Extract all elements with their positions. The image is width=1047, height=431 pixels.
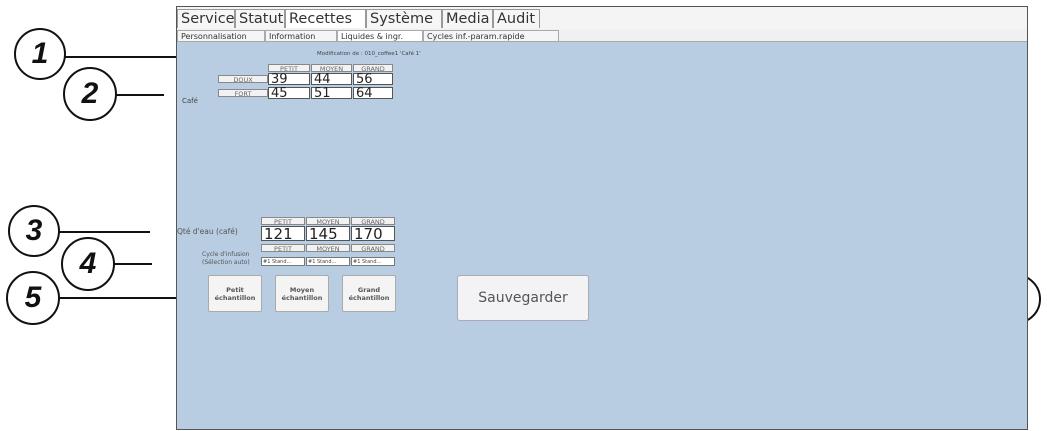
callout-2-number: 2 — [81, 77, 99, 110]
coffee-label: Café — [182, 97, 198, 105]
tab-systeme[interactable]: Système — [366, 9, 442, 28]
callout-4-number: 4 — [79, 247, 97, 280]
callout-3: 3 — [8, 205, 60, 257]
coffee-fort-petit[interactable]: 45 — [268, 87, 310, 100]
subtab-information[interactable]: Information — [265, 30, 337, 41]
subtab-cycles-inf[interactable]: Cycles inf.-param.rapide — [423, 30, 559, 41]
infusion-label-line2: (Sélection auto) — [202, 259, 250, 266]
coffee-fort-moyen[interactable]: 51 — [311, 87, 352, 100]
main-tab-bar: Service Statut Recettes Système Media Au… — [177, 7, 1027, 30]
callout-2: 2 — [63, 67, 117, 121]
water-header-grand: GRAND — [351, 217, 395, 226]
sub-tab-bar: Personnalisation Information Liquides & … — [177, 29, 1027, 42]
coffee-row-label-fort: FORT — [218, 89, 268, 98]
grand-echantillon-button[interactable]: Grand échantillon — [342, 275, 396, 312]
tab-media[interactable]: Media — [442, 9, 493, 28]
callout-5-number: 5 — [24, 281, 42, 314]
subtab-liquides-ingr[interactable]: Liquides & ingr. — [337, 30, 423, 41]
infusion-label-line1: Cycle d'infusion — [202, 251, 250, 258]
coffee-header-grand: GRAND — [353, 64, 393, 73]
machine-screen: Service Statut Recettes Système Media Au… — [176, 6, 1028, 430]
coffee-doux-grand[interactable]: 56 — [353, 73, 393, 86]
coffee-doux-moyen[interactable]: 44 — [311, 73, 352, 86]
petit-echantillon-button[interactable]: Petit échantillon — [208, 275, 262, 312]
infusion-moyen-select[interactable]: #1 Stand... — [306, 257, 350, 266]
infusion-petit-select[interactable]: #1 Stand... — [261, 257, 305, 266]
modification-label: Modification de : 010_coffee1 'Café 1' — [317, 51, 421, 57]
tab-statut[interactable]: Statut — [235, 9, 285, 28]
infusion-header-moyen: MOYEN — [306, 244, 350, 253]
callout-3-line — [58, 231, 150, 233]
tab-audit[interactable]: Audit — [493, 9, 540, 28]
callout-1: 1 — [14, 28, 66, 80]
tab-service[interactable]: Service — [177, 9, 235, 28]
callout-2-line — [112, 94, 164, 96]
save-button[interactable]: Sauvegarder — [457, 275, 589, 321]
callout-4: 4 — [61, 237, 115, 291]
subtab-personnalisation[interactable]: Personnalisation — [177, 30, 265, 41]
tab-recettes[interactable]: Recettes — [285, 9, 366, 28]
callout-4-line — [112, 263, 152, 265]
moyen-echantillon-button[interactable]: Moyen échantillon — [275, 275, 329, 312]
water-moyen[interactable]: 145 — [306, 226, 350, 242]
coffee-fort-grand[interactable]: 64 — [353, 87, 393, 100]
coffee-header-moyen: MOYEN — [311, 64, 352, 73]
water-grand[interactable]: 170 — [351, 226, 395, 242]
callout-5: 5 — [6, 271, 60, 325]
water-header-petit: PETIT — [261, 217, 305, 226]
callout-1-number: 1 — [31, 37, 49, 70]
infusion-grand-select[interactable]: #1 Stand... — [351, 257, 395, 266]
infusion-header-petit: PETIT — [261, 244, 305, 253]
coffee-header-petit: PETIT — [268, 64, 310, 73]
coffee-doux-petit[interactable]: 39 — [268, 73, 310, 86]
water-petit[interactable]: 121 — [261, 226, 305, 242]
coffee-row-label-doux: DOUX — [218, 75, 268, 84]
infusion-header-grand: GRAND — [351, 244, 395, 253]
callout-3-number: 3 — [25, 214, 43, 247]
water-header-moyen: MOYEN — [306, 217, 350, 226]
water-label: Qté d'eau (café) — [177, 227, 238, 236]
